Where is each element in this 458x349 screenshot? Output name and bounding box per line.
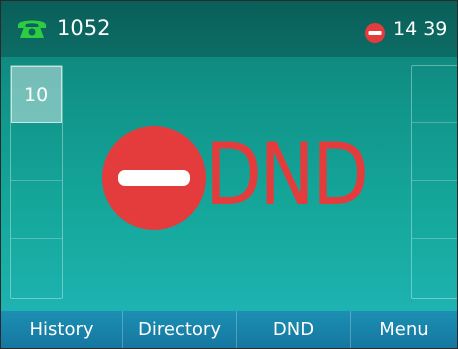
phone-screen: 1052 14 39 10 DND History Directory DND … xyxy=(0,0,458,349)
line-key-8[interactable] xyxy=(412,240,457,297)
softkey-bar: History Directory DND Menu xyxy=(1,311,457,348)
extension-number: 1052 xyxy=(57,16,111,40)
dnd-status-icon xyxy=(365,23,385,43)
clock: 14 39 xyxy=(393,18,448,40)
line-key-3[interactable] xyxy=(11,182,62,239)
line-key-6[interactable] xyxy=(412,124,457,181)
directory-softkey[interactable]: Directory xyxy=(123,311,237,348)
line-key-4[interactable] xyxy=(11,240,62,297)
dnd-softkey[interactable]: DND xyxy=(237,311,351,348)
history-softkey[interactable]: History xyxy=(1,311,123,348)
left-line-keys: 10 xyxy=(10,65,63,299)
line-key-1[interactable]: 10 xyxy=(11,66,62,123)
dnd-large-icon xyxy=(102,126,206,230)
phone-handset-icon xyxy=(18,20,46,38)
dnd-banner-text: DND xyxy=(205,125,369,225)
line-key-label: 10 xyxy=(24,84,49,106)
line-key-2[interactable] xyxy=(11,124,62,181)
right-line-keys xyxy=(411,65,457,299)
line-key-5[interactable] xyxy=(412,66,457,123)
line-key-7[interactable] xyxy=(412,182,457,239)
status-bar: 1052 14 39 xyxy=(1,1,457,57)
menu-softkey[interactable]: Menu xyxy=(351,311,457,348)
